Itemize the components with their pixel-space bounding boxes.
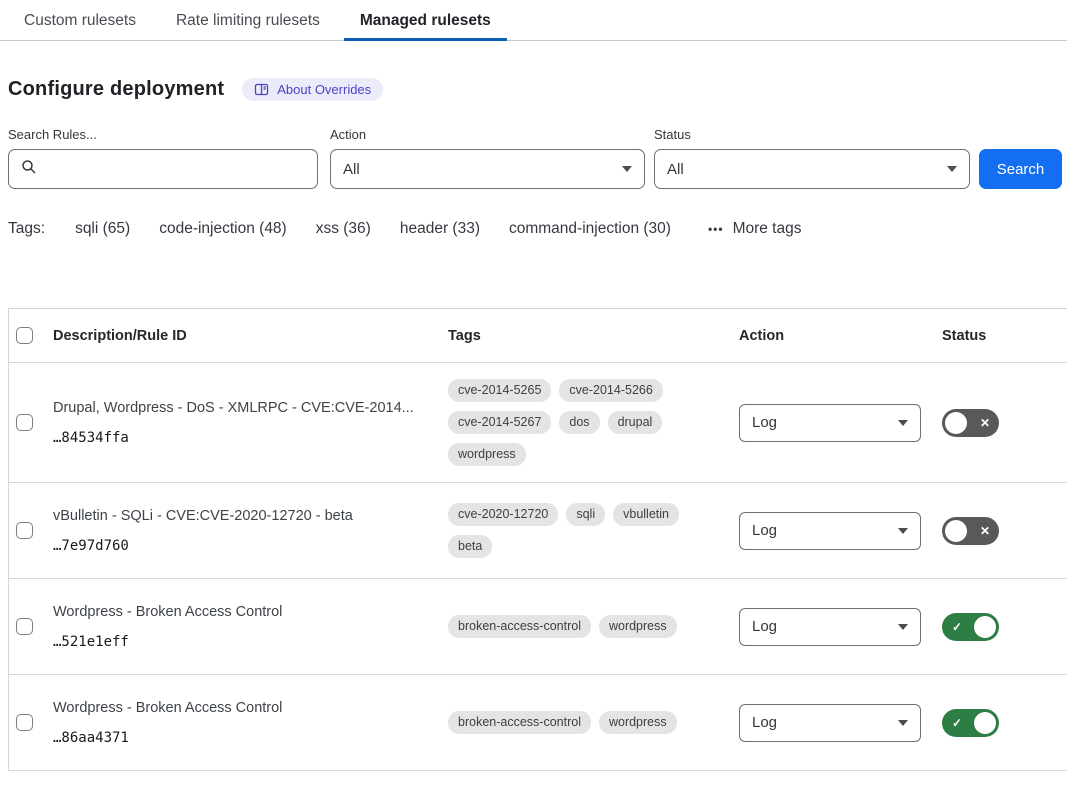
row-checkbox[interactable]: [16, 618, 33, 635]
tag-pill: cve-2020-12720: [448, 503, 558, 526]
more-tags-label: More tags: [733, 220, 802, 238]
tag-pill: cve-2014-5267: [448, 411, 551, 434]
rule-status-toggle[interactable]: ✕ ✓: [942, 709, 999, 737]
tag-pill: beta: [448, 535, 492, 558]
search-input-container: [8, 149, 318, 189]
x-icon: ✕: [980, 525, 990, 537]
search-rules-label: Search Rules...: [8, 127, 318, 142]
rule-action-select[interactable]: Log: [739, 608, 921, 646]
check-icon: ✓: [952, 621, 962, 633]
table-row: Drupal, Wordpress - DoS - XMLRPC - CVE:C…: [9, 363, 1067, 483]
toggle-knob: [974, 616, 996, 638]
about-overrides-link[interactable]: About Overrides: [242, 78, 383, 101]
status-filter-value: All: [667, 161, 684, 178]
toggle-knob: [945, 412, 967, 434]
rule-action-select[interactable]: Log: [739, 512, 921, 550]
rule-tags: cve-2014-5265 cve-2014-5266 cve-2014-526…: [448, 379, 739, 466]
status-filter-select[interactable]: All: [654, 149, 970, 189]
toggle-knob: [974, 712, 996, 734]
rule-status-toggle[interactable]: ✕ ✓: [942, 409, 999, 437]
rule-description: Drupal, Wordpress - DoS - XMLRPC - CVE:C…: [53, 399, 430, 417]
rule-action-value: Log: [752, 618, 777, 635]
select-all-checkbox[interactable]: [16, 327, 33, 344]
more-tags-button[interactable]: ••• More tags: [708, 220, 802, 238]
tag-link-xss[interactable]: xss (36): [316, 220, 371, 238]
tab-rate-limiting-rulesets[interactable]: Rate limiting rulesets: [160, 0, 336, 41]
rule-tags: broken-access-control wordpress: [448, 711, 739, 734]
rule-tags: broken-access-control wordpress: [448, 615, 739, 638]
rule-action-select[interactable]: Log: [739, 404, 921, 442]
page-title: Configure deployment: [8, 78, 224, 101]
rule-description: Wordpress - Broken Access Control: [53, 603, 430, 621]
status-filter-label: Status: [654, 127, 970, 142]
rule-description: Wordpress - Broken Access Control: [53, 699, 430, 717]
tags-bar: Tags: sqli (65) code-injection (48) xss …: [8, 220, 1062, 238]
chevron-down-icon: [947, 166, 957, 172]
rule-status-toggle[interactable]: ✕ ✓: [942, 517, 999, 545]
tag-pill: dos: [559, 411, 599, 434]
about-overrides-label: About Overrides: [277, 82, 371, 97]
column-header-status: Status: [942, 328, 1067, 344]
rule-id: …521e1eff: [53, 634, 430, 650]
check-icon: ✓: [952, 717, 962, 729]
tag-link-command-injection[interactable]: command-injection (30): [509, 220, 671, 238]
chevron-down-icon: [898, 624, 908, 630]
ellipsis-icon: •••: [708, 222, 724, 236]
tag-pill: wordpress: [599, 711, 677, 734]
tag-pill: wordpress: [448, 443, 526, 466]
table-row: Wordpress - Broken Access Control …521e1…: [9, 579, 1067, 675]
column-header-description: Description/Rule ID: [45, 328, 448, 344]
book-icon: [254, 83, 269, 96]
tag-link-sqli[interactable]: sqli (65): [75, 220, 130, 238]
tag-pill: cve-2014-5265: [448, 379, 551, 402]
tab-custom-rulesets[interactable]: Custom rulesets: [8, 0, 152, 41]
tag-pill: broken-access-control: [448, 615, 591, 638]
tag-pill: broken-access-control: [448, 711, 591, 734]
chevron-down-icon: [898, 420, 908, 426]
table-row: vBulletin - SQLi - CVE:CVE-2020-12720 - …: [9, 483, 1067, 579]
tag-pill: wordpress: [599, 615, 677, 638]
tags-bar-label: Tags:: [8, 220, 45, 238]
rule-action-value: Log: [752, 522, 777, 539]
table-row: Wordpress - Broken Access Control …86aa4…: [9, 675, 1067, 771]
action-filter-select[interactable]: All: [330, 149, 645, 189]
row-checkbox[interactable]: [16, 714, 33, 731]
column-header-action: Action: [739, 328, 942, 344]
toggle-knob: [945, 520, 967, 542]
row-checkbox[interactable]: [16, 522, 33, 539]
rule-description: vBulletin - SQLi - CVE:CVE-2020-12720 - …: [53, 507, 430, 525]
chevron-down-icon: [898, 720, 908, 726]
row-checkbox[interactable]: [16, 414, 33, 431]
table-header-row: Description/Rule ID Tags Action Status: [9, 309, 1067, 363]
tag-pill: drupal: [608, 411, 663, 434]
search-icon: [21, 159, 37, 179]
search-button[interactable]: Search: [979, 149, 1062, 189]
action-filter-value: All: [343, 161, 360, 178]
rule-action-value: Log: [752, 714, 777, 731]
rule-id: …7e97d760: [53, 538, 430, 554]
tag-pill: vbulletin: [613, 503, 679, 526]
column-header-tags: Tags: [448, 328, 739, 344]
page-header: Configure deployment About Overrides: [8, 75, 1062, 103]
rule-id: …84534ffa: [53, 430, 430, 446]
tag-link-header[interactable]: header (33): [400, 220, 480, 238]
chevron-down-icon: [898, 528, 908, 534]
tag-link-code-injection[interactable]: code-injection (48): [159, 220, 287, 238]
action-filter-label: Action: [330, 127, 645, 142]
tag-pill: cve-2014-5266: [559, 379, 662, 402]
x-icon: ✕: [980, 417, 990, 429]
rule-id: …86aa4371: [53, 730, 430, 746]
search-input[interactable]: [46, 160, 305, 179]
rule-action-value: Log: [752, 414, 777, 431]
rule-tags: cve-2020-12720 sqli vbulletin beta: [448, 503, 739, 558]
tag-pill: sqli: [566, 503, 605, 526]
rule-status-toggle[interactable]: ✕ ✓: [942, 613, 999, 641]
filter-bar: Search Rules... Action All Status: [8, 127, 1062, 189]
tab-managed-rulesets[interactable]: Managed rulesets: [344, 0, 507, 41]
rules-table: Description/Rule ID Tags Action Status D…: [8, 308, 1067, 771]
ruleset-tabs: Custom rulesets Rate limiting rulesets M…: [0, 0, 1067, 41]
chevron-down-icon: [622, 166, 632, 172]
rule-action-select[interactable]: Log: [739, 704, 921, 742]
